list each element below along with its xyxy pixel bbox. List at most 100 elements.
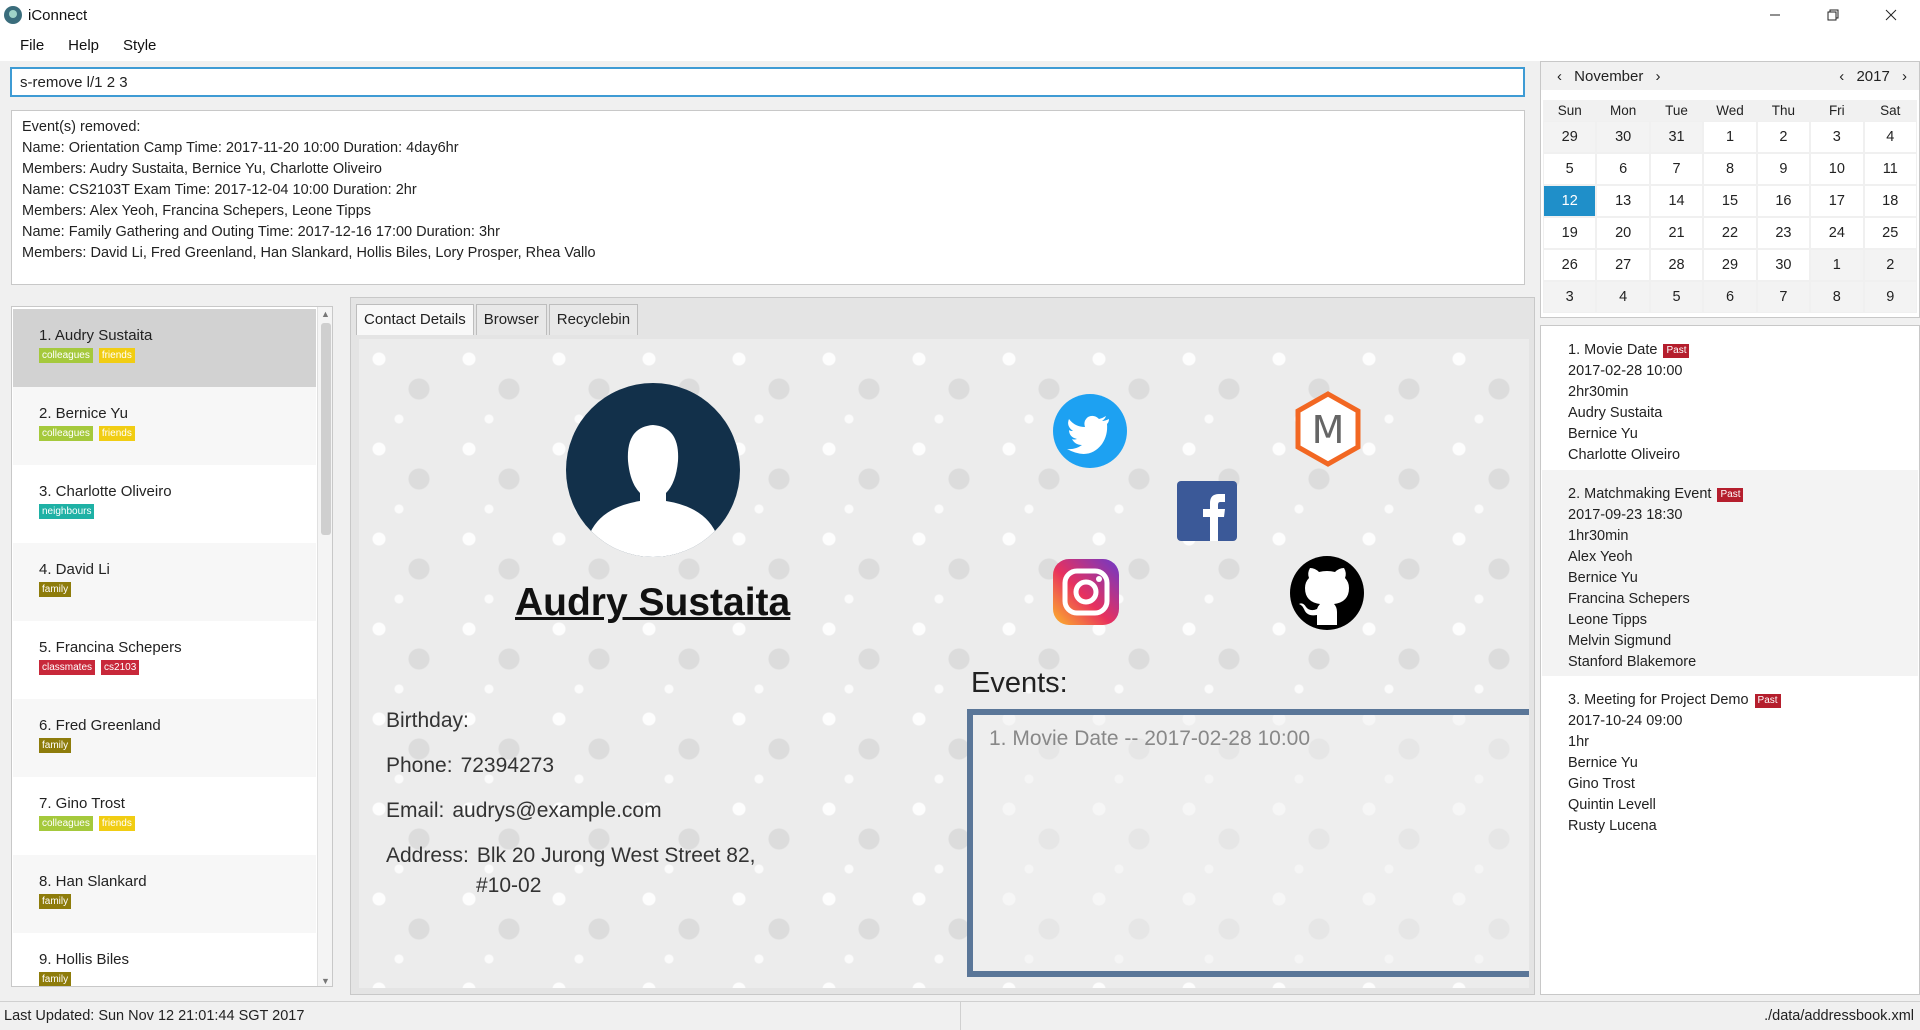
command-input[interactable] [10,67,1525,97]
contact-card[interactable]: 3. Charlotte Oliveiro neighbours [13,465,316,543]
calendar-day[interactable]: 5 [1649,281,1704,313]
calendar-day[interactable]: 27 [1596,249,1650,281]
calendar-day[interactable]: 9 [1756,153,1811,185]
calendar-day[interactable]: 10 [1810,153,1864,185]
calendar-day[interactable]: 23 [1756,217,1811,249]
restore-button[interactable] [1804,0,1862,30]
calendar-day[interactable]: 20 [1596,217,1650,249]
contact-card[interactable]: 5. Francina Schepers classmates cs2103 [13,621,316,699]
menu-bar: File Help Style [0,30,1920,61]
event-time: 2017-02-28 10:00 [1568,363,1683,379]
calendar-day[interactable]: 26 [1543,249,1597,281]
event-time: 2017-09-23 18:30 [1568,507,1683,523]
event-member: Charlotte Oliveiro [1568,447,1681,463]
calendar-day[interactable]: 30 [1596,121,1650,153]
close-button[interactable] [1862,0,1920,30]
calendar-day[interactable]: 22 [1703,217,1757,249]
event-member: Quintin Levell [1568,797,1656,813]
calendar-day[interactable]: 8 [1703,153,1757,185]
event-member: Francina Schepers [1568,591,1690,607]
calendar-day[interactable]: 29 [1543,121,1597,153]
minimize-button[interactable] [1746,0,1804,30]
calendar-day[interactable]: 1 [1810,249,1864,281]
past-badge: Past [1663,344,1690,358]
event-member: Gino Trost [1568,776,1635,792]
contact-card[interactable]: 4. David Li family [13,543,316,621]
calendar-day[interactable]: 29 [1703,249,1757,281]
calendar-day[interactable]: 18 [1863,185,1917,217]
contact-card[interactable]: 2. Bernice Yu colleagues friends [13,387,316,465]
calendar-day[interactable]: 2 [1756,121,1811,153]
scroll-up-icon[interactable]: ▲ [318,309,332,319]
calendar-day[interactable]: 5 [1543,153,1597,185]
calendar-day[interactable]: 6 [1596,153,1650,185]
calendar-day[interactable]: 19 [1543,217,1597,249]
event-card[interactable]: 2. Matchmaking Event Past 2017-09-23 18:3… [1542,470,1918,676]
contact-card[interactable]: 9. Hollis Biles family [13,933,316,986]
tag-badge: family [39,582,72,597]
email-value: audrys@example.com [452,799,662,822]
meetup-icon[interactable]: M [1294,391,1362,471]
tab-contact-details[interactable]: Contact Details [356,304,474,335]
tag-badge: family [39,738,72,753]
calendar-day-today[interactable]: 12 [1543,185,1597,217]
weekday-label: Thu [1771,103,1796,118]
weekday-label: Sun [1557,103,1582,118]
event-card[interactable]: 1. Movie Date Past 2017-02-28 10:00 2hr30… [1542,326,1918,470]
prev-month-icon[interactable]: ‹ [1557,68,1562,85]
tab-recyclebin[interactable]: Recyclebin [548,304,639,335]
event-card[interactable]: 3. Meeting for Project Demo Past 2017-10-… [1542,676,1918,836]
scroll-thumb[interactable] [321,323,331,535]
tag-badge: friends [98,426,135,441]
calendar-day[interactable]: 4 [1863,121,1917,153]
calendar-day[interactable]: 13 [1596,185,1650,217]
result-line: Event(s) removed: [22,119,141,135]
calendar-day[interactable]: 6 [1703,281,1757,313]
contact-name: 9. Hollis Biles [39,951,130,968]
contact-card[interactable]: 1. Audry Sustaita colleagues friends [13,309,316,387]
next-year-icon[interactable]: › [1902,68,1907,85]
menu-style[interactable]: Style [111,37,168,54]
instagram-icon[interactable] [1053,559,1119,629]
facebook-icon[interactable] [1177,481,1237,545]
tag-badge: neighbours [39,504,95,519]
calendar-day[interactable]: 8 [1810,281,1864,313]
contact-card[interactable]: 7. Gino Trost colleagues friends [13,777,316,855]
calendar-day[interactable]: 17 [1810,185,1864,217]
calendar-day[interactable]: 28 [1649,249,1704,281]
calendar-day[interactable]: 14 [1649,185,1704,217]
calendar-day[interactable]: 15 [1703,185,1757,217]
calendar-day[interactable]: 9 [1863,281,1917,313]
calendar-day[interactable]: 3 [1810,121,1864,153]
prev-year-icon[interactable]: ‹ [1839,68,1844,85]
calendar-day[interactable]: 30 [1756,249,1811,281]
calendar-day[interactable]: 4 [1596,281,1650,313]
tag-badge: friends [98,348,135,363]
calendar-day[interactable]: 25 [1863,217,1917,249]
tab-browser[interactable]: Browser [475,304,547,335]
calendar-day[interactable]: 7 [1756,281,1811,313]
person-event-item[interactable]: 1. Movie Date -- 2017-02-28 10:00 [989,727,1310,751]
calendar-day[interactable]: 11 [1863,153,1917,185]
github-icon[interactable] [1289,555,1365,635]
calendar-day[interactable]: 3 [1543,281,1597,313]
contact-list-scrollbar[interactable]: ▲ ▼ [317,307,332,986]
contact-name: 3. Charlotte Oliveiro [39,483,172,500]
scroll-down-icon[interactable]: ▼ [318,976,332,986]
calendar-day[interactable]: 1 [1703,121,1757,153]
calendar-week: 29 30 31 1 2 3 4 [1543,121,1917,153]
calendar-day[interactable]: 16 [1756,185,1811,217]
twitter-icon[interactable] [1053,394,1127,472]
calendar-day[interactable]: 31 [1649,121,1704,153]
calendar-day[interactable]: 21 [1649,217,1704,249]
contact-card[interactable]: 8. Han Slankard family [13,855,316,933]
contact-card[interactable]: 6. Fred Greenland family [13,699,316,777]
event-duration: 1hr30min [1568,528,1629,544]
address-row: Address: Blk 20 Jurong West Street 82, [386,844,755,868]
menu-help[interactable]: Help [56,37,111,54]
next-month-icon[interactable]: › [1656,68,1661,85]
calendar-day[interactable]: 24 [1810,217,1864,249]
calendar-day[interactable]: 7 [1649,153,1704,185]
calendar-day[interactable]: 2 [1863,249,1917,281]
menu-file[interactable]: File [8,37,56,54]
